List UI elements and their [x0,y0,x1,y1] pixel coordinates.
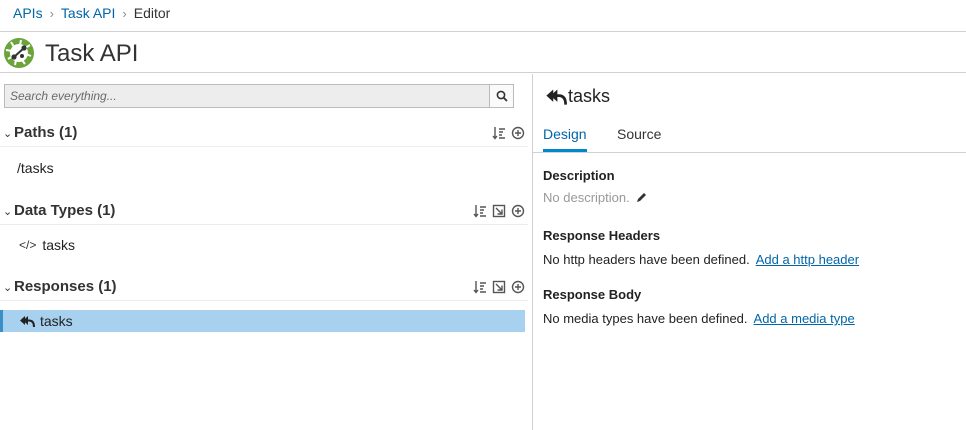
detail-title: tasks [545,86,610,107]
detail-pane: tasks Design Source Description No descr… [533,74,966,430]
responses-actions [472,279,526,295]
add-media-type-link[interactable]: Add a media type [754,311,855,326]
code-icon: </> [19,238,37,252]
import-icon[interactable] [491,203,507,219]
paths-actions [491,125,526,141]
breadcrumb-apis-link[interactable]: APIs [13,5,43,21]
breadcrumb-task-api-link[interactable]: Task API [61,5,115,21]
description-value[interactable]: No description. [543,190,630,205]
responses-section-header[interactable]: ⌄ Responses (1) [0,277,528,301]
tree-item-data-type-tasks[interactable]: </> tasks [0,234,525,256]
search-box [4,84,514,108]
sort-icon[interactable] [491,125,507,141]
response-headers-row: No http headers have been defined. Add a… [543,252,859,267]
response-headers-label: Response Headers [543,228,661,243]
add-path-icon[interactable] [510,125,526,141]
paths-section-title: Paths (1) [14,124,78,141]
response-body-label: Response Body [543,287,642,302]
chevron-right-icon: › [49,5,54,21]
detail-title-text: tasks [568,86,611,106]
chevron-down-icon: ⌄ [3,128,13,140]
description-label: Description [543,168,615,183]
tab-design[interactable]: Design [543,126,587,152]
page-title: Task API [45,40,139,67]
breadcrumb: APIs › Task API › Editor [13,4,170,22]
response-label: tasks [40,313,73,329]
sort-icon[interactable] [472,203,488,219]
response-body-empty: No media types have been defined. [543,311,748,326]
chevron-down-icon: ⌄ [3,206,13,218]
tree-item-path-tasks[interactable]: /tasks [0,157,525,179]
response-headers-empty: No http headers have been defined. [543,252,750,267]
import-icon[interactable] [491,279,507,295]
data-type-label: tasks [42,237,76,253]
data-types-actions [472,203,526,219]
breadcrumb-current: Editor [133,5,171,21]
responses-section-title: Responses (1) [14,278,117,295]
reply-icon [20,315,35,327]
description-row: No description. [543,190,648,205]
tab-source[interactable]: Source [617,126,661,149]
paths-section-header[interactable]: ⌄ Paths (1) [0,123,528,147]
data-types-section-title: Data Types (1) [14,202,116,219]
tree-item-response-tasks[interactable]: tasks [0,310,525,332]
detail-tabs: Design Source [533,120,966,153]
openapi-logo-icon [4,38,34,68]
navigation-pane: ⌄ Paths (1) /tasks ⌄ Data Types (1) [0,74,533,430]
add-response-icon[interactable] [510,279,526,295]
search-icon [496,90,508,102]
path-label: /tasks [17,160,54,176]
reply-icon [546,88,567,105]
add-http-header-link[interactable]: Add a http header [756,252,859,267]
add-data-type-icon[interactable] [510,203,526,219]
response-body-row: No media types have been defined. Add a … [543,311,855,326]
sort-icon[interactable] [472,279,488,295]
search-button[interactable] [489,85,513,107]
chevron-down-icon: ⌄ [3,282,13,294]
data-types-section-header[interactable]: ⌄ Data Types (1) [0,201,528,225]
title-bar: Task API [0,31,966,73]
chevron-right-icon: › [122,5,127,21]
pencil-icon[interactable] [635,191,648,204]
search-input[interactable] [5,85,490,107]
